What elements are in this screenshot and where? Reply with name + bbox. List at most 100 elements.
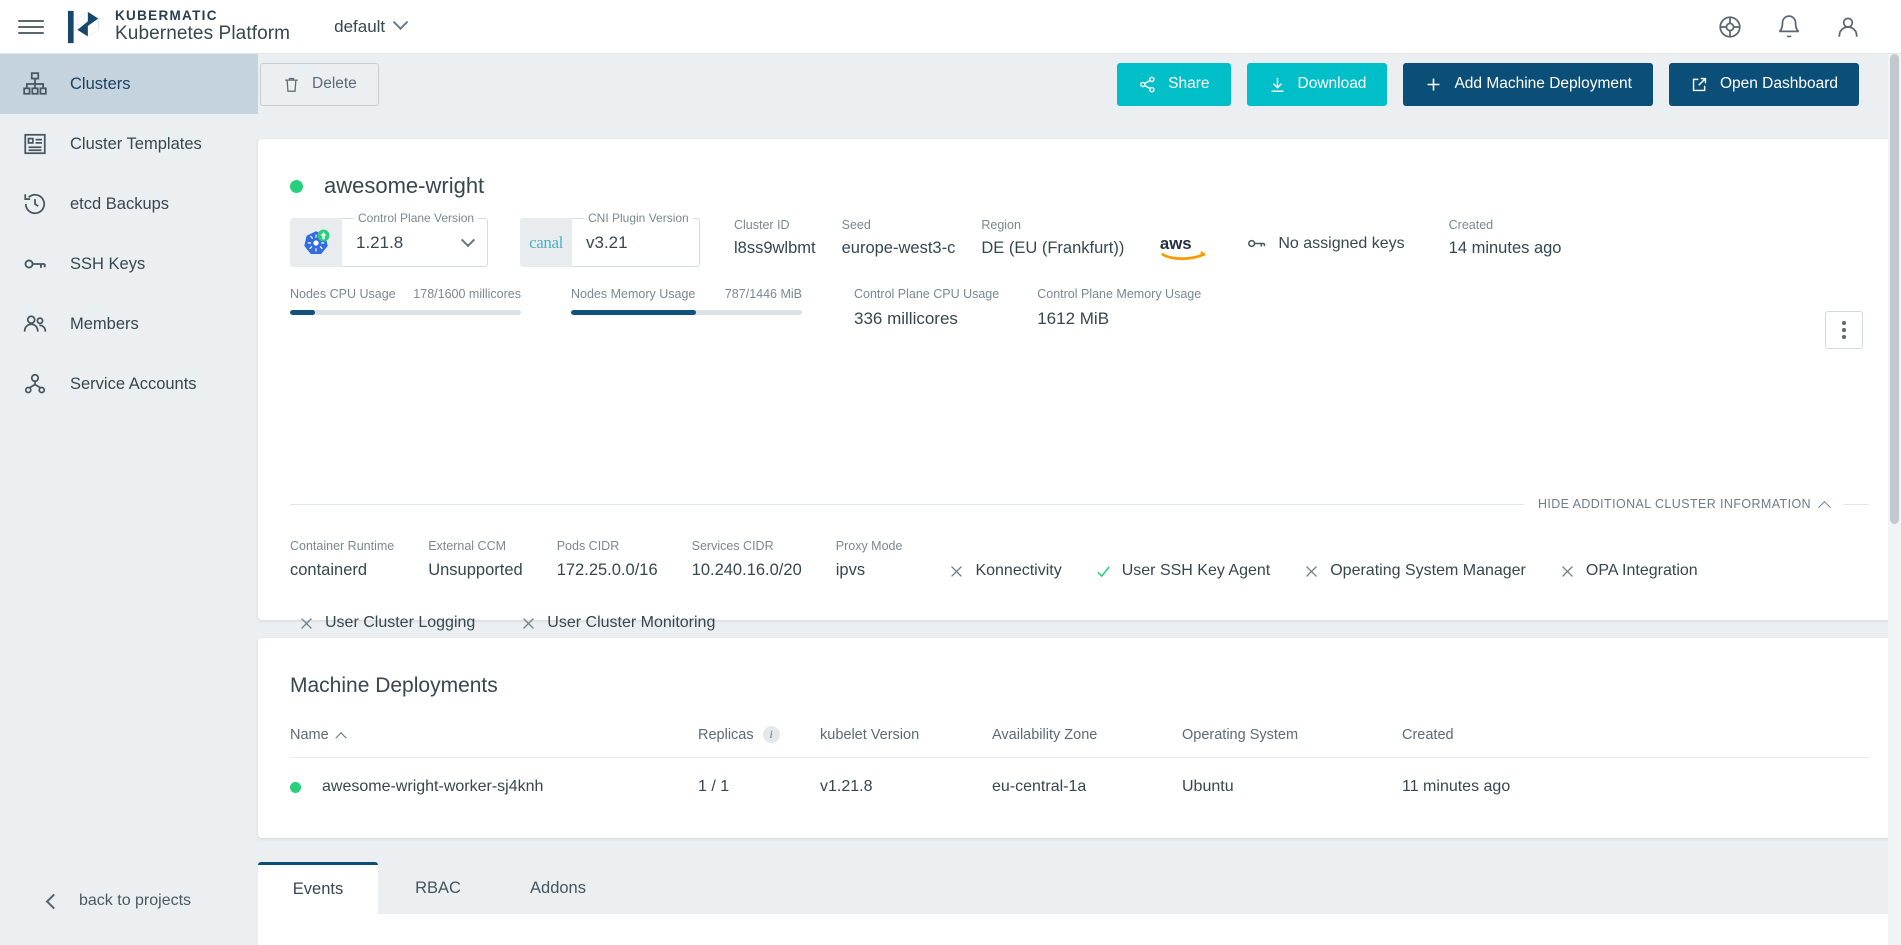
sidebar: Clusters Cluster Templates etcd Backups [0,54,258,945]
account-icon[interactable] [1835,14,1861,40]
project-selector-value: default [334,17,385,37]
seed-field: Seed europe-west3-c [842,218,956,258]
tab-panel-content [258,914,1901,945]
feature-label: User Cluster Monitoring [547,614,715,632]
key-icon [1246,233,1267,254]
scrollbar-thumb[interactable] [1890,54,1899,524]
tab-rbac[interactable]: RBAC [378,862,498,914]
table-row[interactable]: awesome-wright-worker-sj4knh 1 / 1 v1.21… [290,758,1869,816]
hide-additional-cluster-information-toggle[interactable]: HIDE ADDITIONAL CLUSTER INFORMATION [290,497,1869,511]
sidebar-item-label: SSH Keys [70,255,145,274]
share-icon [1138,75,1157,94]
seed-value: europe-west3-c [842,239,956,257]
feature-user-cluster-logging: User Cluster Logging [298,614,475,632]
cluster-meta-row: Control Plane Version 1.21.8 canal CNI P… [258,199,1901,267]
sidebar-item-service-accounts[interactable]: Service Accounts [0,354,258,414]
dot [1842,335,1846,339]
open-dashboard-button[interactable]: Open Dashboard [1669,63,1859,106]
download-button-label: Download [1298,75,1367,93]
vertical-scrollbar[interactable] [1888,54,1901,945]
sidebar-item-cluster-templates[interactable]: Cluster Templates [0,114,258,174]
kubernetes-icon [290,218,342,267]
notifications-icon[interactable] [1776,14,1802,40]
cell-name: awesome-wright-worker-sj4knh [290,778,698,796]
delete-button[interactable]: Delete [260,63,379,106]
ssh-keys-value: No assigned keys [1278,235,1404,253]
nodes-cpu-usage-label: Nodes CPU Usage [290,287,396,301]
info-icon[interactable]: i [763,726,780,743]
sidebar-item-members[interactable]: Members [0,294,258,354]
kubermatic-logo-icon [66,9,104,45]
share-button[interactable]: Share [1117,63,1230,106]
members-icon [22,311,48,337]
sidebar-item-label: Clusters [70,75,131,94]
external-link-icon [1690,75,1709,94]
table-header-row: Name Replicas i kubelet Version Availabi… [290,726,1869,758]
sidebar-item-label: Cluster Templates [70,135,202,154]
project-selector[interactable]: default [334,17,406,37]
clusters-icon [22,71,48,97]
feature-label: Konnectivity [975,562,1061,580]
cell-operating-system: Ubuntu [1182,778,1402,796]
cni-plugin-version-selector: canal CNI Plugin Version v3.21 [520,218,700,267]
usage-metrics-row: Nodes CPU Usage 178/1600 millicores Node… [258,267,1901,329]
created-label: Created [1449,218,1562,232]
column-header-replicas: Replicas i [698,726,820,743]
sidebar-item-ssh-keys[interactable]: SSH Keys [0,234,258,294]
cni-plugin-version-value: v3.21 [586,233,628,253]
control-plane-cpu-usage-value: 336 millicores [854,309,958,328]
brand-logo-area: KUBERMATIC Kubernetes Platform [66,9,290,45]
created-field: Created 14 minutes ago [1449,218,1562,258]
open-dashboard-label: Open Dashboard [1720,75,1838,93]
add-machine-deployment-label: Add Machine Deployment [1454,75,1632,93]
nodes-cpu-usage: Nodes CPU Usage 178/1600 millicores [290,287,521,315]
cluster-more-options-button[interactable] [1825,311,1863,349]
sidebar-item-label: Service Accounts [70,375,197,394]
svg-text:aws: aws [1160,234,1192,253]
cell-availability-zone: eu-central-1a [992,778,1182,796]
nodes-cpu-usage-value: 178/1600 millicores [413,287,521,301]
column-header-name[interactable]: Name [290,727,698,743]
cluster-id-label: Cluster ID [734,218,816,232]
proxy-mode-label: Proxy Mode [836,539,903,553]
tab-events[interactable]: Events [258,862,378,914]
nodes-memory-usage: Nodes Memory Usage 787/1446 MiB [571,287,802,315]
feature-opa-integration: OPA Integration [1559,562,1698,580]
column-header-kubelet-version: kubelet Version [820,727,992,743]
chevron-down-icon [461,233,475,247]
download-icon [1268,75,1287,94]
delete-button-label: Delete [312,75,357,93]
cell-created: 11 minutes ago [1402,778,1602,796]
sidebar-item-etcd-backups[interactable]: etcd Backups [0,174,258,234]
feature-label: User Cluster Logging [325,614,475,632]
nodes-memory-usage-bar [571,310,802,315]
machine-deployments-table: Name Replicas i kubelet Version Availabi… [258,726,1901,816]
tab-addons[interactable]: Addons [498,862,618,914]
x-icon [1303,563,1320,580]
dot [1842,321,1846,325]
cluster-name: awesome-wright [324,173,484,199]
hide-additional-label: HIDE ADDITIONAL CLUSTER INFORMATION [1538,497,1811,511]
download-button[interactable]: Download [1247,63,1388,106]
row-status-dot [290,782,301,793]
external-ccm-label: External CCM [428,539,522,553]
cluster-templates-icon [22,131,48,157]
feature-label: OPA Integration [1586,562,1698,580]
control-plane-version-value: 1.21.8 [356,233,403,253]
cluster-details-card: awesome-wright Control P [258,139,1901,620]
external-ccm-field: External CCM Unsupported [428,539,522,580]
menu-icon[interactable] [18,17,44,37]
back-to-projects-link[interactable]: back to projects [0,879,258,923]
help-icon[interactable] [1717,14,1743,40]
control-plane-version-selector[interactable]: Control Plane Version 1.21.8 [290,218,488,267]
proxy-mode-field: Proxy Mode ipvs [836,539,903,580]
sidebar-item-clusters[interactable]: Clusters [0,54,258,114]
cluster-id-field: Cluster ID l8ss9wlbmt [734,218,816,258]
hide-additional-label-wrap[interactable]: HIDE ADDITIONAL CLUSTER INFORMATION [1524,497,1843,511]
created-value: 14 minutes ago [1449,239,1562,257]
feature-konnectivity: Konnectivity [948,562,1061,580]
dot [1842,328,1846,332]
feature-operating-system-manager: Operating System Manager [1303,562,1526,580]
add-machine-deployment-button[interactable]: Add Machine Deployment [1403,63,1653,106]
column-header-availability-zone: Availability Zone [992,727,1182,743]
